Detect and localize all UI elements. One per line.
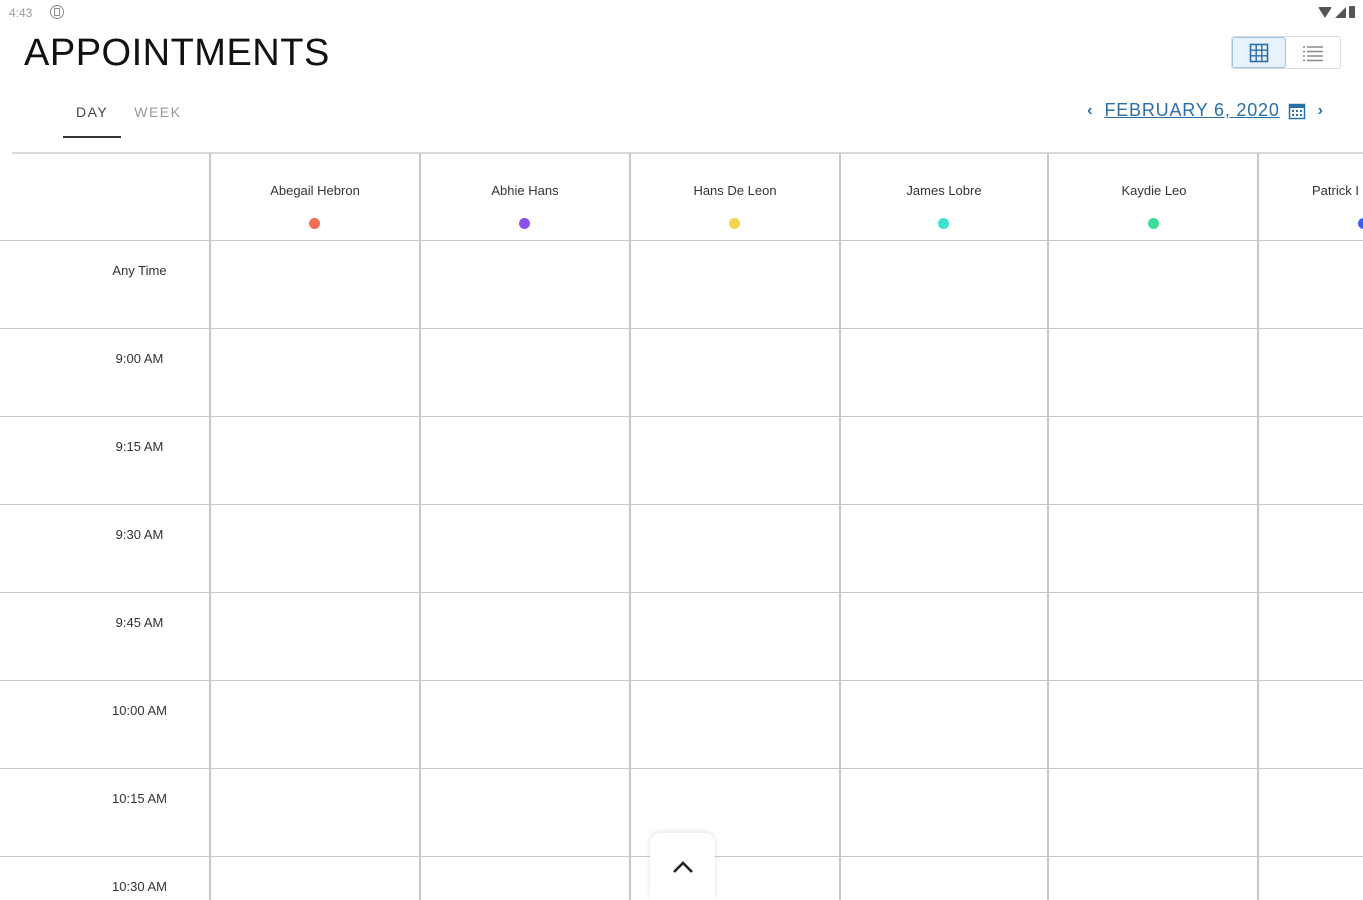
wifi-icon: [1318, 6, 1332, 18]
time-label: 9:15 AM: [115, 439, 164, 454]
staff-column[interactable]: Hans De Leon: [630, 153, 840, 241]
time-label: Any Time: [112, 263, 167, 278]
staff-name: Kaydie Leo: [1121, 183, 1187, 198]
time-label: 10:15 AM: [112, 791, 167, 806]
scroll-up-button[interactable]: [650, 833, 715, 900]
column-divider: [629, 153, 631, 900]
staff-name: Abhie Hans: [491, 183, 559, 198]
time-label: 9:45 AM: [115, 615, 164, 630]
chevron-right-icon[interactable]: ›: [1318, 102, 1323, 120]
column-divider: [1257, 153, 1259, 900]
column-divider: [1047, 153, 1049, 900]
date-navigation: ‹ FEBRUARY 6, 2020 ›: [1087, 100, 1323, 121]
staff-name: Hans De Leon: [693, 183, 777, 198]
page-title: APPOINTMENTS: [24, 32, 330, 74]
column-divider: [839, 153, 841, 900]
list-view-icon: [1303, 45, 1323, 61]
date-picker-label[interactable]: FEBRUARY 6, 2020: [1104, 100, 1279, 121]
time-label: 10:30 AM: [112, 879, 167, 894]
battery-icon: [1349, 6, 1355, 18]
schedule-grid: Abegail Hebron Abhie Hans Hans De Leon J…: [0, 153, 1363, 900]
calendar-icon[interactable]: [1288, 102, 1306, 120]
time-row: 9:00 AM: [0, 329, 1363, 417]
staff-color-dot: [1358, 218, 1363, 229]
time-row: 9:15 AM: [0, 417, 1363, 505]
grid-view-button[interactable]: [1232, 37, 1287, 68]
view-tabs: DAY WEEK: [63, 100, 194, 140]
staff-name: Patrick I: [1312, 183, 1359, 198]
staff-column[interactable]: Abegail Hebron: [210, 153, 420, 241]
time-row: 9:30 AM: [0, 505, 1363, 593]
list-view-button[interactable]: [1286, 37, 1340, 68]
notification-icon: [50, 5, 64, 19]
time-row: 9:45 AM: [0, 593, 1363, 681]
time-row: 10:00 AM: [0, 681, 1363, 769]
chevron-up-icon: [672, 860, 693, 873]
tab-day[interactable]: DAY: [63, 100, 122, 138]
staff-header-row: Abegail Hebron Abhie Hans Hans De Leon J…: [0, 153, 1363, 241]
staff-column[interactable]: Abhie Hans: [420, 153, 630, 241]
column-divider: [419, 153, 421, 900]
grid-view-icon: [1249, 43, 1269, 62]
staff-color-dot: [519, 218, 530, 229]
time-label: 10:00 AM: [112, 703, 167, 718]
tab-week[interactable]: WEEK: [121, 100, 194, 130]
time-label: 9:00 AM: [115, 351, 164, 366]
status-icons: [1318, 5, 1355, 19]
status-bar: 4:43: [0, 0, 1363, 26]
staff-color-dot: [309, 218, 320, 229]
staff-color-dot: [729, 218, 740, 229]
chevron-left-icon[interactable]: ‹: [1087, 102, 1092, 120]
view-toggle: [1231, 36, 1341, 69]
time-label: 9:30 AM: [115, 527, 164, 542]
time-row: Any Time: [0, 241, 1363, 329]
staff-color-dot: [938, 218, 949, 229]
staff-column[interactable]: Kaydie Leo: [1048, 153, 1258, 241]
column-divider: [209, 153, 211, 900]
signal-icon: [1335, 6, 1346, 18]
staff-color-dot: [1148, 218, 1159, 229]
staff-column[interactable]: Patrick I: [1258, 153, 1363, 241]
staff-name: Abegail Hebron: [270, 183, 360, 198]
status-time: 4:43: [9, 6, 33, 20]
staff-column[interactable]: James Lobre: [840, 153, 1048, 241]
staff-name: James Lobre: [906, 183, 982, 198]
